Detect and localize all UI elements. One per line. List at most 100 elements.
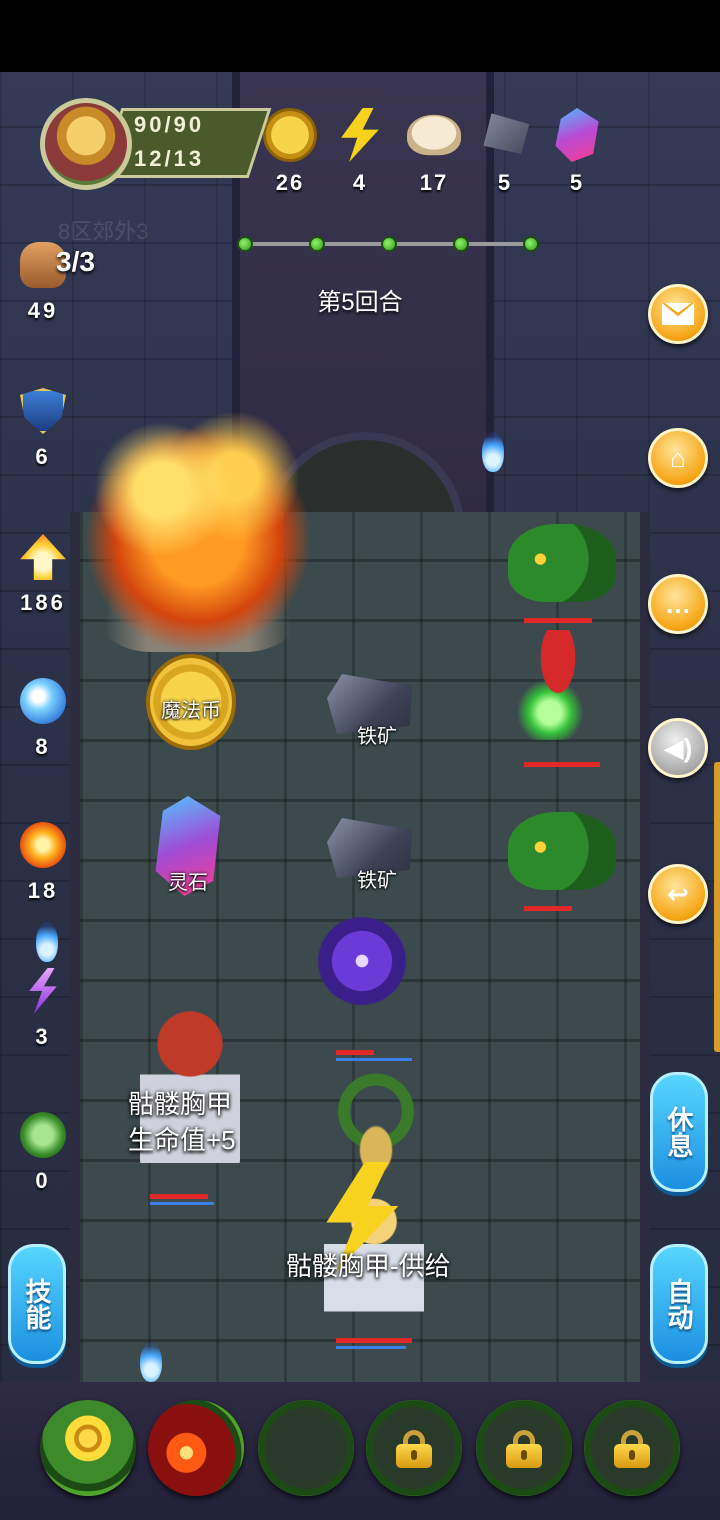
iron-ore-icon [483,113,530,154]
skills-button[interactable]: 技能 [8,1244,66,1364]
stat-fire: 18 [12,822,74,904]
rest-button[interactable]: 休息 [650,1072,708,1192]
home-icon: ⌂ [670,442,686,473]
resource-bun: 17 [398,108,470,196]
chat-icon: … [665,588,691,619]
blue-torch-icon [482,432,504,472]
supply-text: 骷髅胸甲-供给 [286,1251,451,1281]
resource-energy: 4 [324,108,396,196]
buff-text-hp: 生命值+5 [128,1125,236,1155]
lightning-bolt-icon [341,108,379,162]
resource-bun-value: 17 [419,170,449,195]
sound-button[interactable]: ◀) [648,718,708,778]
monster-hp-bar [524,762,600,767]
stat-attack-value: 49 [27,298,59,323]
board-item-iron[interactable]: 铁矿 [322,662,432,748]
board-item-gem[interactable]: 灵石 [152,796,224,896]
stat-fire-value: 18 [27,878,59,903]
steamed-bun-icon [407,114,461,156]
monster-hp-bar [524,906,572,911]
resource-energy-value: 4 [352,170,368,195]
stat-power: 186 [12,534,74,616]
skills-button-label: 技能 [22,1278,52,1330]
fire-icon [20,822,66,868]
stat-water-value: 8 [35,734,51,759]
board-item-iron[interactable]: 铁矿 [322,806,432,892]
round-dot [453,236,469,252]
round-dot [381,236,397,252]
skeleton-mp-bar [150,1202,214,1205]
resource-iron-value: 5 [497,170,513,195]
round-label: 第5回合 [317,289,403,316]
skill-slot-sunflower[interactable] [40,1400,136,1496]
board-item-gem-label: 灵石 [168,872,208,894]
blue-torch-icon [36,922,58,962]
buff-text-item: 骷髅胸甲 [128,1089,233,1119]
board-item-coin[interactable]: 魔法币 [146,654,236,750]
board-item-iron-label: 铁矿 [357,870,397,892]
purple-eye-monster[interactable] [312,906,412,1016]
hero-hp-bar [336,1338,412,1343]
return-button[interactable]: ↩ [648,864,708,924]
stat-power-value: 186 [20,590,66,615]
attack-count: 3/3 [56,246,95,277]
rest-button-label: 休息 [664,1106,694,1158]
skill-slot-locked[interactable] [366,1400,462,1496]
game-screen: 90/90 12/13 26 4 17 5 5 8区郊外3 第5回合 49 3/… [0,72,720,1520]
skeleton-hp-bar [150,1194,208,1199]
monster-hp-bar [336,1050,374,1055]
skill-slot-locked[interactable] [476,1400,572,1496]
resource-gem-value: 5 [569,170,585,195]
stat-defense: 6 [12,388,74,470]
skill-slot-fire-slash[interactable] [148,1400,244,1496]
lock-icon [396,1430,432,1468]
stat-water: 8 [12,678,74,760]
resource-gem: 5 [541,108,613,196]
stat-poison-value: 0 [35,1168,51,1193]
mail-button[interactable] [648,284,708,344]
round-dot [309,236,325,252]
stat-defense-value: 6 [35,444,51,469]
player-energy: 12/13 [134,146,205,171]
thunder-icon [29,968,57,1014]
mail-icon [662,303,694,325]
red-plant-monster[interactable] [518,630,598,740]
round-dot [237,236,253,252]
stat-poison: 0 [12,1112,74,1194]
resource-iron: 5 [469,108,541,196]
monster-mp-bar [336,1058,412,1061]
gold-coin-icon [263,108,317,162]
skill-slot-empty[interactable] [258,1400,354,1496]
auto-button-label: 自动 [664,1278,694,1330]
poison-worm-icon [20,1112,66,1158]
lock-icon [614,1430,650,1468]
sound-icon: ◀) [663,732,693,763]
return-icon: ↩ [667,878,689,909]
spirit-stone-icon [555,108,599,162]
round-progress [237,236,539,252]
stat-thunder: 3 [12,968,74,1050]
resource-gold-value: 26 [275,170,305,195]
board-item-iron-label: 铁矿 [357,726,397,748]
water-icon [20,678,66,724]
monster-hp-bar [524,618,592,623]
home-button[interactable]: ⌂ [648,428,708,488]
player-avatar[interactable] [40,98,132,190]
shield-icon [20,388,66,434]
power-up-icon [20,534,66,580]
lock-icon [506,1430,542,1468]
player-hp: 90/90 [134,112,205,137]
skill-slot-locked[interactable] [584,1400,680,1496]
stat-thunder-value: 3 [35,1024,51,1049]
green-boar-monster[interactable] [508,812,616,890]
board-item-coin-label: 魔法币 [161,700,221,722]
chat-button[interactable]: … [648,574,708,634]
auto-button[interactable]: 自动 [650,1244,708,1364]
hero-mp-bar [336,1346,406,1349]
status-bar-area [0,0,720,72]
thorn-vine-monster[interactable] [316,1062,436,1172]
side-drawer-handle[interactable] [714,762,720,1052]
blue-torch-icon [140,1342,162,1382]
round-dot [523,236,539,252]
green-boar-monster[interactable] [508,524,616,602]
